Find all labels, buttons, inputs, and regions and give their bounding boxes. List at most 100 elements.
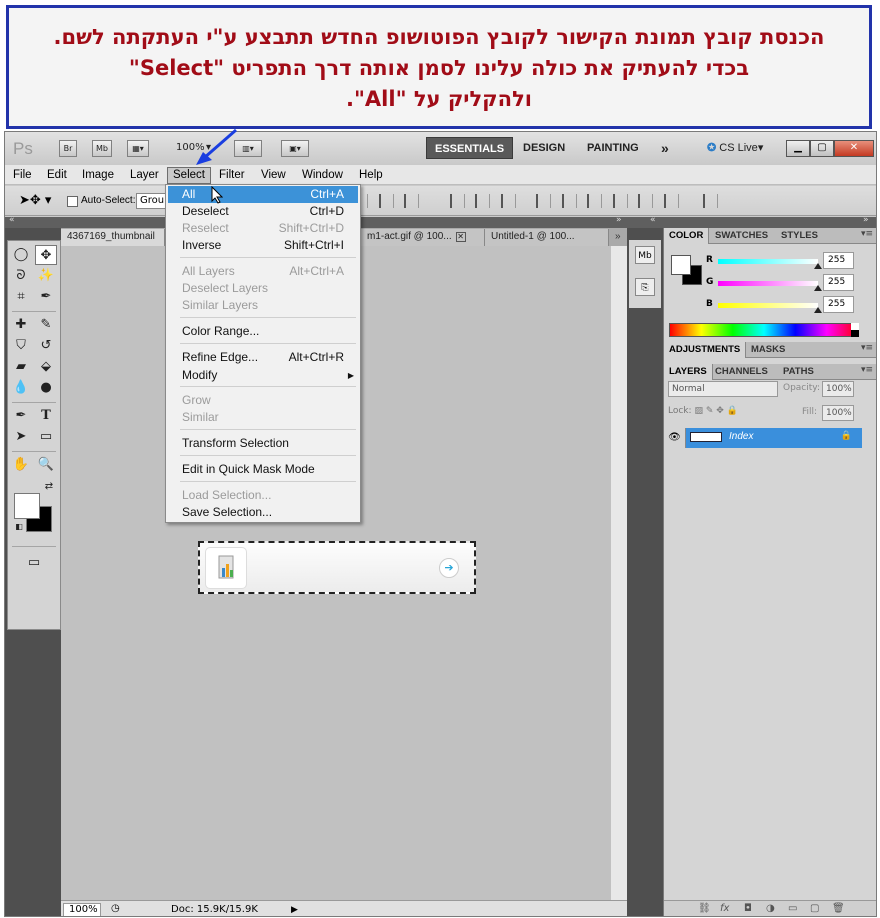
layer-style-icon[interactable]: fx bbox=[720, 903, 729, 914]
align-left-icon[interactable] bbox=[449, 194, 465, 208]
tab-thumbnail[interactable]: 4367169_thumbnail bbox=[61, 229, 165, 246]
tab-color[interactable]: COLOR bbox=[664, 228, 710, 244]
menu-item-deselect[interactable]: Deselect Ctrl+D bbox=[168, 203, 358, 220]
menu-item-color-range[interactable]: Color Range... bbox=[168, 323, 358, 340]
menu-window[interactable]: Window bbox=[297, 167, 348, 184]
paint-bucket-tool-icon[interactable]: ⬙ bbox=[35, 357, 57, 377]
default-colors-icon[interactable]: ◧ bbox=[8, 517, 30, 537]
eye-icon[interactable]: 👁 bbox=[664, 428, 686, 448]
adjustment-layer-icon[interactable]: ◑ bbox=[766, 903, 775, 914]
lock-all-icon[interactable]: 🔒 bbox=[727, 406, 738, 416]
menu-filter[interactable]: Filter bbox=[214, 167, 250, 184]
lock-position-icon[interactable]: ✥ bbox=[716, 406, 724, 416]
auto-align-icon[interactable] bbox=[703, 194, 718, 208]
menu-item-similar-layers[interactable]: Similar Layers bbox=[168, 297, 358, 314]
history-panel-icon[interactable]: ⎘ bbox=[635, 278, 655, 296]
blue-slider[interactable] bbox=[718, 303, 818, 308]
spectrum-bw-swatch[interactable] bbox=[851, 323, 859, 337]
zoom-tool-icon[interactable]: 🔍 bbox=[35, 455, 57, 475]
tab-paths[interactable]: PATHS bbox=[778, 364, 819, 380]
menu-item-deselect-layers[interactable]: Deselect Layers bbox=[168, 280, 358, 297]
move-tool-icon[interactable]: ✥ bbox=[35, 245, 57, 265]
quick-mask-icon[interactable]: ▭ bbox=[23, 553, 45, 573]
delete-layer-icon[interactable]: 🗑 bbox=[832, 903, 845, 914]
green-value[interactable]: 255 bbox=[823, 274, 854, 291]
menu-item-save-selection[interactable]: Save Selection... bbox=[168, 504, 358, 521]
move-tool-preset-icon[interactable]: ➤✥ ▾ bbox=[19, 193, 51, 208]
menu-item-load-selection[interactable]: Load Selection... bbox=[168, 487, 358, 504]
menu-item-quick-mask[interactable]: Edit in Quick Mask Mode bbox=[168, 461, 358, 478]
align-bottom-icon[interactable] bbox=[404, 194, 419, 208]
red-slider-thumb[interactable] bbox=[814, 263, 822, 269]
close-window-icon[interactable]: ✕ bbox=[834, 140, 874, 157]
menu-item-similar[interactable]: Similar bbox=[168, 409, 358, 426]
status-zoom-field[interactable]: 100% bbox=[63, 903, 101, 916]
brush-tool-icon[interactable]: ✎ bbox=[35, 315, 57, 335]
green-slider-thumb[interactable] bbox=[814, 285, 822, 291]
fill-field[interactable]: 100% bbox=[822, 405, 854, 421]
menu-item-modify[interactable]: Modify ▶ bbox=[168, 367, 358, 384]
healing-brush-tool-icon[interactable]: ✚ bbox=[10, 315, 32, 335]
menu-edit[interactable]: Edit bbox=[42, 167, 72, 184]
distribute-bottom-icon[interactable] bbox=[587, 194, 602, 208]
swap-colors-icon[interactable]: ⇄ bbox=[38, 477, 60, 497]
panel-menu-icon[interactable]: ▾≡ bbox=[861, 365, 873, 375]
align-hcenter-icon[interactable] bbox=[475, 194, 490, 208]
foreground-color-swatch[interactable] bbox=[14, 493, 40, 519]
auto-select-checkbox[interactable] bbox=[67, 196, 78, 207]
zoom-chevron-icon[interactable]: ▾ bbox=[206, 142, 211, 153]
opacity-field[interactable]: 100% bbox=[822, 381, 854, 397]
align-vcenter-icon[interactable] bbox=[378, 194, 394, 208]
maximize-icon[interactable]: ▢ bbox=[810, 140, 834, 157]
blue-value[interactable]: 255 bbox=[823, 296, 854, 313]
tab-layers[interactable]: LAYERS bbox=[664, 364, 713, 380]
history-brush-tool-icon[interactable]: ↺ bbox=[35, 336, 57, 356]
menu-item-transform-selection[interactable]: Transform Selection bbox=[168, 435, 358, 452]
add-mask-icon[interactable]: ◘ bbox=[744, 903, 752, 914]
eraser-tool-icon[interactable]: ▰ bbox=[10, 357, 32, 377]
menu-item-all-layers[interactable]: All Layers Alt+Ctrl+A bbox=[168, 263, 358, 280]
pen-tool-icon[interactable]: ✒ bbox=[10, 406, 32, 426]
marquee-tool-icon[interactable]: ◯ bbox=[10, 245, 32, 265]
color-spectrum[interactable] bbox=[669, 323, 859, 337]
panel-menu-icon[interactable]: ▾≡ bbox=[861, 229, 873, 239]
clone-stamp-tool-icon[interactable]: ⛉ bbox=[10, 336, 32, 356]
distribute-hcenter-icon[interactable] bbox=[638, 194, 653, 208]
bridge-button[interactable]: Br bbox=[59, 140, 77, 157]
tab-styles[interactable]: STYLES bbox=[776, 228, 823, 244]
menu-item-inverse[interactable]: Inverse Shift+Ctrl+I bbox=[168, 237, 358, 254]
align-right-icon[interactable] bbox=[500, 194, 516, 208]
green-slider[interactable] bbox=[718, 281, 818, 286]
path-selection-tool-icon[interactable]: ➤ bbox=[10, 427, 32, 447]
menu-layer[interactable]: Layer bbox=[125, 167, 164, 184]
screen-mode-button[interactable]: ▣▾ bbox=[281, 140, 309, 157]
layer-row-index[interactable]: 👁 Index 🔒 bbox=[664, 428, 862, 448]
menu-image[interactable]: Image bbox=[77, 167, 119, 184]
mini-bridge-icon[interactable]: Mb bbox=[635, 246, 655, 264]
blue-slider-thumb[interactable] bbox=[814, 307, 822, 313]
view-extras-button[interactable]: ▦▾ bbox=[127, 140, 149, 157]
collapse-toolbox-icon[interactable]: « bbox=[9, 215, 15, 225]
lock-transparent-icon[interactable]: ▨ bbox=[694, 406, 703, 416]
status-info-icon[interactable]: ◷ bbox=[111, 903, 120, 914]
blend-mode-dropdown[interactable]: Normal bbox=[668, 381, 778, 397]
menu-help[interactable]: Help bbox=[354, 167, 388, 184]
blur-tool-icon[interactable]: 💧 bbox=[10, 378, 32, 398]
menu-item-all[interactable]: All Ctrl+A bbox=[168, 186, 358, 203]
more-workspaces-icon[interactable]: » bbox=[653, 137, 677, 159]
tab-untitled[interactable]: Untitled-1 @ 100... bbox=[485, 229, 609, 246]
vertical-scrollbar[interactable] bbox=[611, 246, 627, 904]
distribute-right-icon[interactable] bbox=[663, 194, 679, 208]
menu-file[interactable]: File bbox=[8, 167, 37, 184]
expand-panels-icon[interactable]: » bbox=[863, 215, 869, 225]
collapse-docs-icon[interactable]: » bbox=[616, 215, 622, 225]
tab-channels[interactable]: CHANNELS bbox=[710, 364, 773, 380]
menu-item-refine-edge[interactable]: Refine Edge... Alt+Ctrl+R bbox=[168, 349, 358, 366]
zoom-level-menu[interactable]: 100% bbox=[176, 142, 205, 153]
tab-masks[interactable]: MASKS bbox=[746, 342, 790, 358]
workspace-painting[interactable]: PAINTING bbox=[579, 137, 647, 159]
dodge-tool-icon[interactable]: ● bbox=[35, 378, 57, 398]
status-menu-arrow-icon[interactable]: ▶ bbox=[291, 903, 301, 916]
distribute-top-icon[interactable] bbox=[536, 194, 551, 208]
color-panel-fg-swatch[interactable] bbox=[671, 255, 691, 275]
